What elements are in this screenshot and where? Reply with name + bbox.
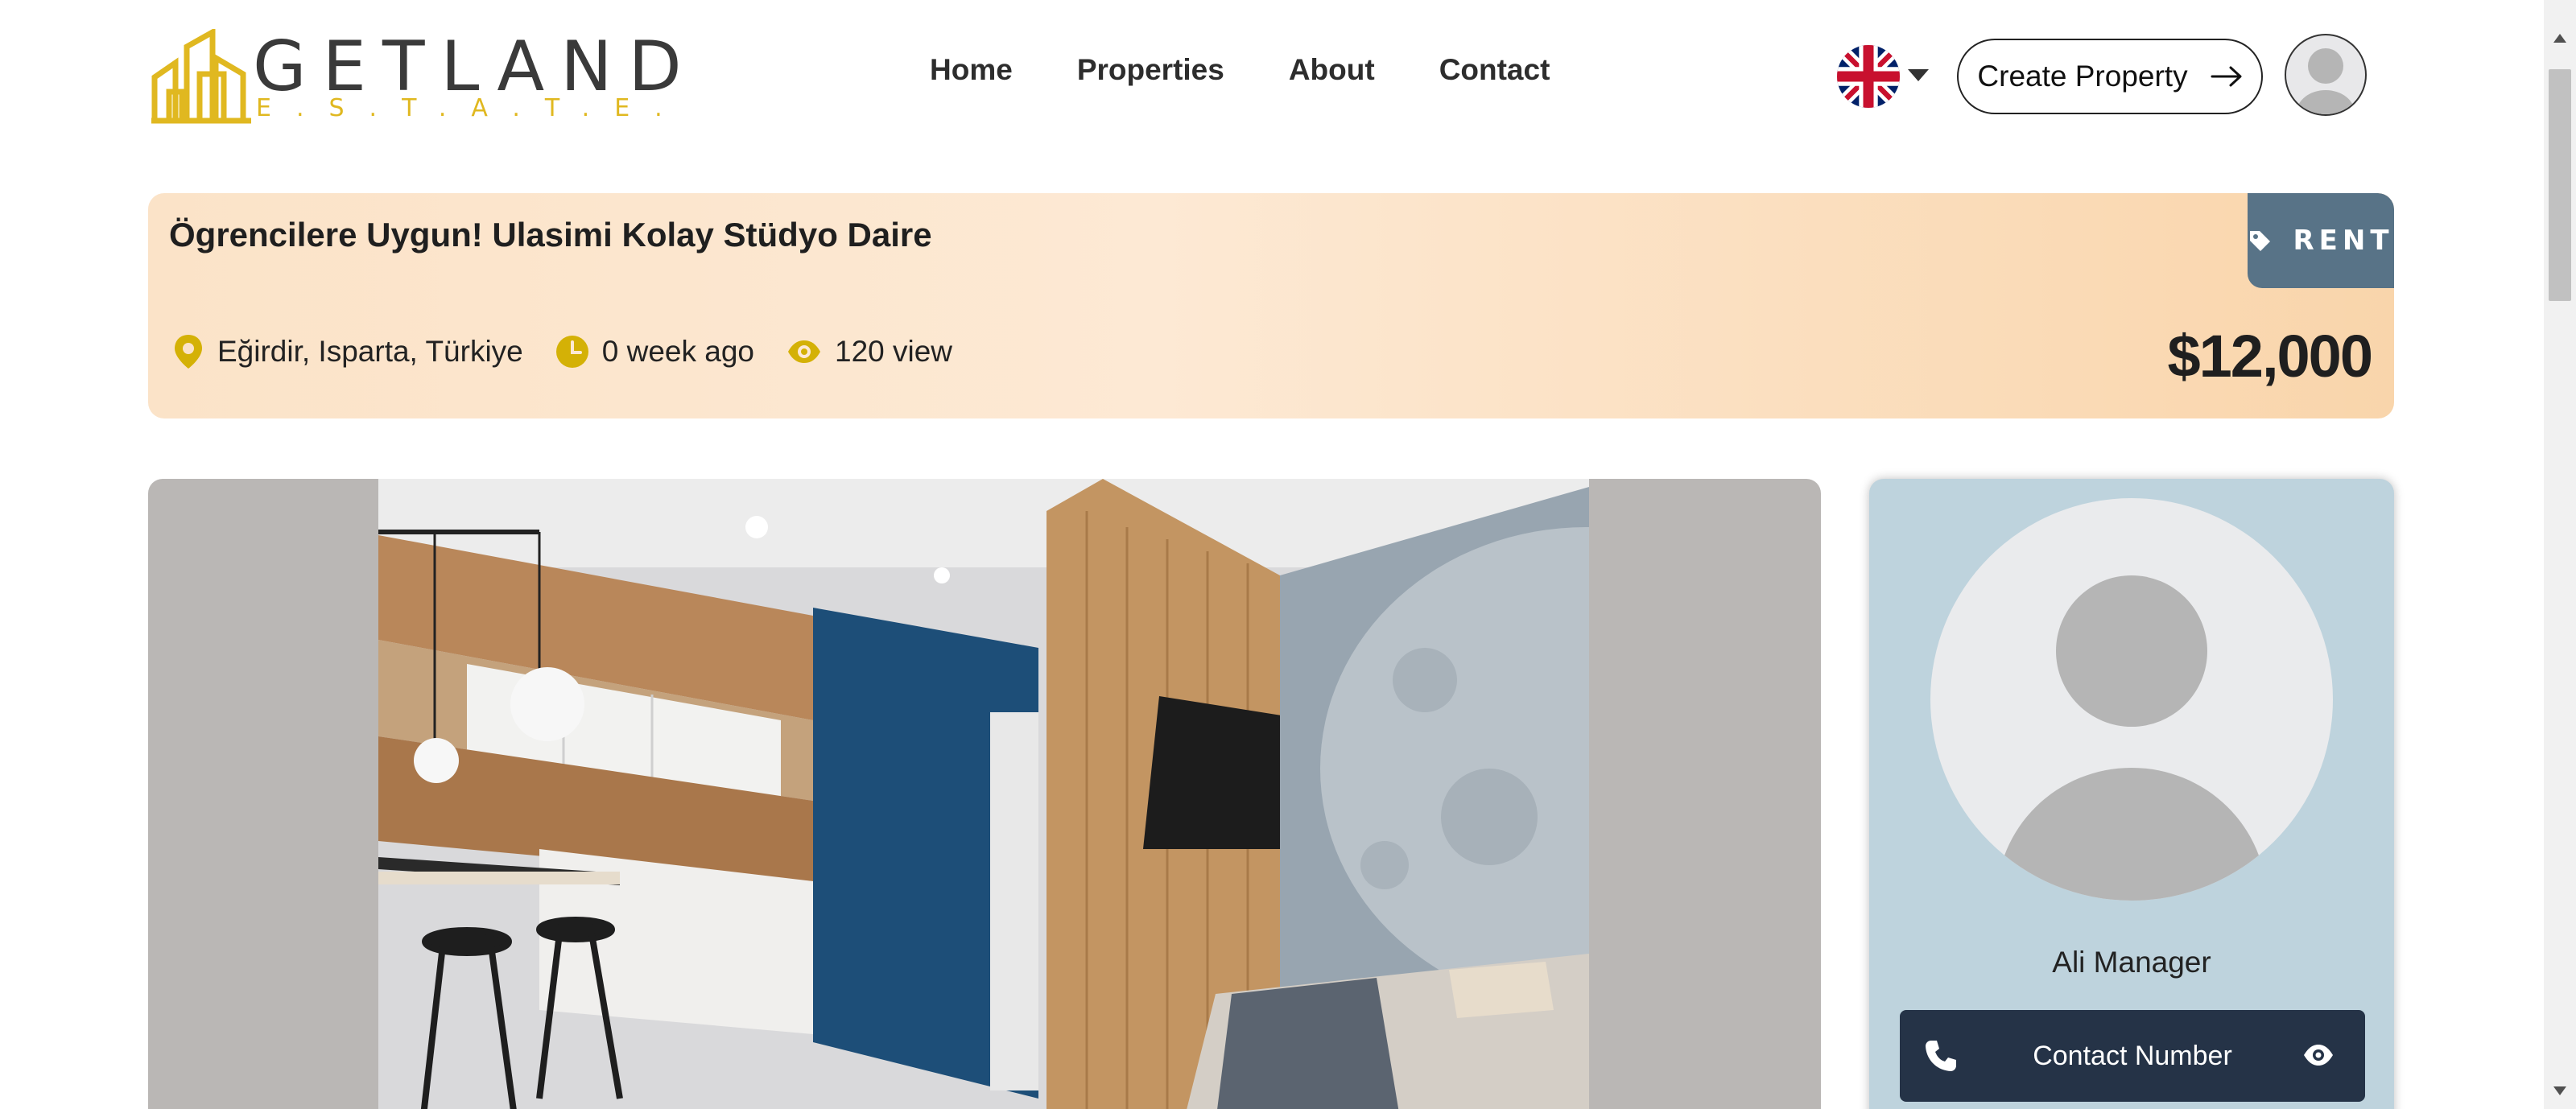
nav-contact[interactable]: Contact (1439, 53, 1550, 87)
agent-avatar (1930, 498, 2333, 901)
uk-flag-icon (1837, 45, 1900, 108)
property-photo (378, 479, 1589, 1109)
eye-icon[interactable] (2302, 1042, 2334, 1068)
clock-icon (555, 336, 588, 368)
contact-number-button[interactable]: Contact Number (1900, 1010, 2365, 1102)
user-avatar-icon[interactable] (2285, 34, 2367, 116)
create-property-label: Create Property (1977, 60, 2188, 93)
scroll-up-arrow-icon[interactable] (2553, 34, 2566, 43)
nav-home[interactable]: Home (930, 53, 1013, 87)
brand-name: GETLAND (253, 27, 698, 107)
listing-title: Ögrencilere Uygun! Ulasimi Kolay Stüdyo … (169, 216, 932, 254)
create-property-button[interactable]: Create Property (1957, 39, 2263, 114)
brand-subtitle: E.S.T.A.T.E. (256, 94, 687, 122)
arrow-right-icon (2211, 66, 2242, 87)
listing-type-label: RENT (2293, 225, 2394, 257)
location-text: Eğirdir, Isparta, Türkiye (217, 335, 523, 368)
map-pin-icon (175, 335, 202, 369)
contact-number-label: Contact Number (2033, 1041, 2232, 1071)
nav-about[interactable]: About (1289, 53, 1375, 87)
brand-logo[interactable]: GETLAND E.S.T.A.T.E. (151, 29, 682, 126)
building-logo-icon (151, 29, 251, 124)
language-selector[interactable] (1837, 45, 1934, 109)
listing-posted: 0 week ago (555, 335, 754, 369)
listing-views: 120 view (786, 335, 952, 369)
views-text: 120 view (835, 335, 953, 368)
posted-text: 0 week ago (601, 335, 754, 368)
scroll-down-arrow-icon[interactable] (2553, 1086, 2566, 1095)
chevron-down-icon (1908, 69, 1929, 81)
listing-type-badge: RENT (2248, 193, 2394, 288)
tag-icon (2250, 231, 2271, 251)
eye-icon (788, 340, 820, 363)
listing-location: Eğirdir, Isparta, Türkiye (172, 333, 523, 370)
listing-price: $12,000 (2167, 323, 2373, 390)
scrollbar-thumb[interactable] (2549, 69, 2571, 301)
page-scrollbar[interactable] (2544, 0, 2576, 1109)
listing-header: Ögrencilere Uygun! Ulasimi Kolay Stüdyo … (148, 193, 2394, 418)
page: GETLAND E.S.T.A.T.E. Home Properties Abo… (0, 0, 2576, 1109)
agent-card: Ali Manager Contact Number (1869, 479, 2394, 1109)
main-nav: Home Properties About Contact (930, 53, 1550, 87)
nav-properties[interactable]: Properties (1077, 53, 1224, 87)
photo-gallery[interactable] (148, 479, 1821, 1109)
agent-name: Ali Manager (2052, 946, 2211, 979)
listing-meta: Eğirdir, Isparta, Türkiye 0 week ago 120… (172, 333, 985, 370)
